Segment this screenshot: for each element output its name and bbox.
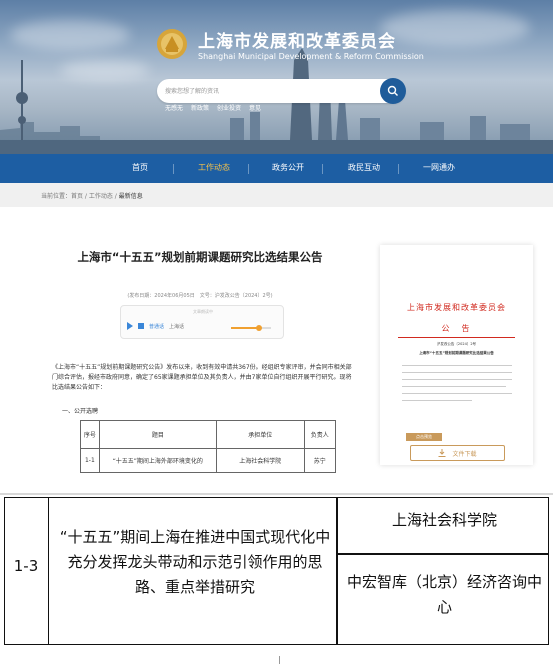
hot-link[interactable]: 意见 — [249, 103, 261, 112]
topic-cell: “十五五”期间上海在推进中国式现代化中充分发挥龙头带动和示范引领作用的思路、重点… — [59, 528, 331, 596]
nav-item-home[interactable]: 首页 — [132, 162, 148, 173]
table-border — [48, 497, 49, 645]
doc-number: 沪发改公告〔2024〕2号 — [436, 342, 477, 346]
document-preview-card[interactable]: 上海市发展和改革委员会 公 告 沪发改公告〔2024〕2号 上海市“十五五”规划… — [380, 245, 533, 465]
row-number: 1-3 — [13, 557, 39, 575]
doc-heading: 公 告 — [441, 324, 472, 333]
doc-title: 上海市“十五五”规划前期课题研究比选结果公告 — [419, 351, 494, 355]
voice-shanghainese-option[interactable]: 上海话 — [169, 323, 184, 330]
doc-text-line — [402, 365, 512, 366]
table-header: 序号 — [80, 420, 100, 449]
table-border — [336, 553, 549, 555]
search-button[interactable] — [380, 78, 406, 104]
play-icon[interactable] — [127, 322, 133, 330]
text-cursor — [279, 656, 283, 664]
doc-text-line — [402, 372, 512, 373]
nav-divider — [398, 164, 399, 174]
site-title[interactable]: 上海市发展和改革委员会 — [198, 27, 396, 52]
nav-divider — [248, 164, 249, 174]
audio-player: 文章朗读中 普通话 上海话 — [120, 305, 284, 339]
zoomed-table-crop: 1-3 “十五五”期间上海在推进中国式现代化中充分发挥龙头带动和示范引领作用的思… — [0, 495, 553, 647]
result-table: 序号 题目 承担单位 负责人 1-1 “十五五”期间上海外部环境变化的 上海社会… — [80, 420, 337, 473]
search-input[interactable]: 搜索您想了解的资讯 — [157, 78, 406, 104]
section-heading: 一、公开选聘 — [62, 408, 99, 415]
doc-text-line — [402, 379, 512, 380]
table-border — [4, 497, 549, 498]
emblem-logo[interactable] — [156, 28, 188, 60]
table-border — [4, 644, 549, 645]
nav-item-gov-affairs[interactable]: 政务公开 — [272, 162, 304, 173]
unit-cell: 中宏智库（北京）经济咨询中心 — [346, 573, 542, 616]
table-cell: 苏宁 — [303, 448, 337, 473]
breadcrumb: 当前位置：首页 / 工作动态 / 最新信息 — [0, 183, 553, 207]
table-border — [4, 497, 5, 645]
hot-link[interactable]: 无感无 — [165, 103, 183, 112]
site-banner: 上海市发展和改革委员会 Shanghai Municipal Developme… — [0, 0, 553, 154]
table-header-row: 序号 题目 承担单位 负责人 — [80, 420, 337, 449]
breadcrumb-path[interactable]: 首页 / 工作动态 / — [71, 193, 119, 200]
search-icon — [387, 85, 398, 96]
hot-link[interactable]: 新政策 — [191, 103, 209, 112]
hot-search-links: 无感无 新政策 创业投资 意见 — [165, 103, 261, 112]
preview-tag[interactable]: 点击预览 — [406, 433, 442, 441]
unit-cell: 上海社会科学院 — [391, 511, 497, 529]
search-placeholder: 搜索您想了解的资讯 — [165, 88, 220, 95]
audio-controls: 普通话 上海话 — [127, 322, 184, 330]
download-icon — [438, 449, 446, 457]
nav-item-interaction[interactable]: 政民互动 — [348, 162, 380, 173]
nav-item-work-updates[interactable]: 工作动态 — [198, 162, 230, 173]
article-meta: (发布日期：2024年06月05日 文号：沪发改公告〔2024〕2号) — [127, 293, 273, 299]
hot-link[interactable]: 创业投资 — [217, 103, 241, 112]
doc-text-line — [402, 393, 512, 394]
stop-icon[interactable] — [138, 323, 144, 329]
doc-red-rule — [398, 337, 515, 338]
nav-item-one-stop[interactable]: 一网通办 — [423, 162, 455, 173]
audio-tip: 文章朗读中 — [193, 309, 213, 314]
article-intro: 《上海市“十五五”规划前期课题研究公告》发布以来，收到有效申请共367份。经组织… — [52, 364, 352, 391]
volume-slider[interactable] — [231, 325, 271, 331]
article-title: 上海市“十五五”规划前期课题研究比选结果公告 — [77, 250, 323, 264]
main-nav: 首页 工作动态 政务公开 政民互动 一网通办 — [0, 154, 553, 183]
breadcrumb-text: 当前位置：首页 / 工作动态 / 最新信息 — [41, 191, 143, 200]
volume-knob[interactable] — [256, 325, 262, 331]
doc-text-line — [402, 386, 506, 387]
table-cell: 1-1 — [80, 448, 100, 473]
table-border — [336, 497, 338, 645]
breadcrumb-current: 最新信息 — [118, 193, 143, 200]
nav-divider — [322, 164, 323, 174]
table-cell: “十五五”期间上海外部环境变化的 — [98, 448, 217, 473]
download-label: 文件下载 — [452, 450, 477, 458]
city-skyline-image — [0, 48, 553, 154]
site-subtitle: Shanghai Municipal Development & Reform … — [198, 52, 424, 61]
voice-mandarin-option[interactable]: 普通话 — [149, 323, 164, 330]
table-header: 承担单位 — [215, 420, 305, 449]
doc-org-name: 上海市发展和改革委员会 — [407, 303, 506, 312]
doc-text-line — [402, 400, 472, 401]
table-cell: 上海社会科学院 — [215, 448, 305, 473]
table-header: 题目 — [98, 420, 217, 449]
breadcrumb-prefix: 当前位置： — [41, 193, 72, 200]
file-download-button[interactable]: 文件下载 — [410, 445, 505, 461]
volume-fill — [231, 327, 259, 329]
table-row: 1-1 “十五五”期间上海外部环境变化的 上海社会科学院 苏宁 — [80, 448, 337, 473]
table-header: 负责人 — [303, 420, 337, 449]
nav-divider — [173, 164, 174, 174]
